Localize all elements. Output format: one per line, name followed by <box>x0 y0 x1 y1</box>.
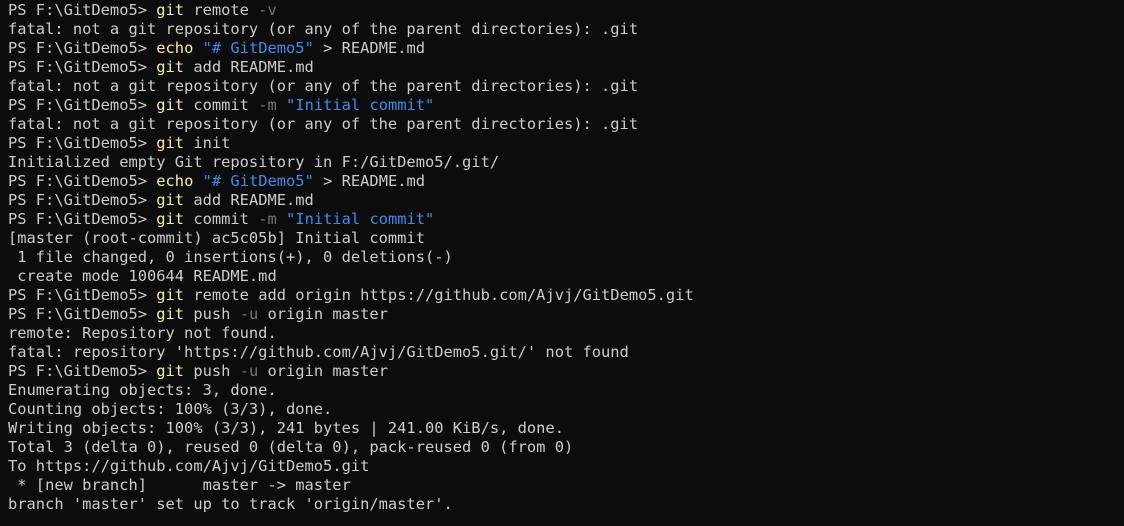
command-argument: commit <box>184 210 259 228</box>
command-flag: -m <box>258 210 277 228</box>
prompt: PS F:\GitDemo5> <box>8 134 157 152</box>
output-text: fatal: not a git repository (or any of t… <box>8 115 639 133</box>
command-line: PS F:\GitDemo5> git commit -m "Initial c… <box>8 96 1124 115</box>
prompt: PS F:\GitDemo5> <box>8 39 157 57</box>
terminal-output[interactable]: PS F:\GitDemo5> git remote -v fatal: not … <box>0 0 1124 526</box>
output-text: Enumerating objects: 3, done. <box>8 381 277 399</box>
command-line: PS F:\GitDemo5> echo "# GitDemo5" > READ… <box>8 172 1124 191</box>
output-line: Initialized empty Git repository in F:/G… <box>8 153 1124 172</box>
string-argument: "# GitDemo5" <box>202 172 314 190</box>
command-argument: add README.md <box>184 58 314 76</box>
command-name: git <box>156 305 185 323</box>
output-line: To https://github.com/Ajvj/GitDemo5.git <box>8 457 1124 476</box>
prompt: PS F:\GitDemo5> <box>8 286 157 304</box>
command-line: PS F:\GitDemo5> git commit -m "Initial c… <box>8 210 1124 229</box>
command-name: git <box>156 286 185 304</box>
command-name: git <box>156 58 185 76</box>
prompt: PS F:\GitDemo5> <box>8 96 157 114</box>
command-argument <box>193 172 202 190</box>
command-line: PS F:\GitDemo5> git remote add origin ht… <box>8 286 1124 305</box>
output-line: Counting objects: 100% (3/3), done. <box>8 400 1124 419</box>
output-line: create mode 100644 README.md <box>8 267 1124 286</box>
command-argument: commit <box>184 96 259 114</box>
command-line: PS F:\GitDemo5> git remote -v <box>8 1 1124 20</box>
command-argument: remote add origin https://github.com/Ajv… <box>184 286 694 304</box>
output-text: fatal: not a git repository (or any of t… <box>8 77 639 95</box>
command-name: echo <box>156 39 194 57</box>
command-name: git <box>156 362 185 380</box>
output-text: Counting objects: 100% (3/3), done. <box>8 400 333 418</box>
output-text: 1 file changed, 0 insertions(+), 0 delet… <box>8 248 453 266</box>
command-line: PS F:\GitDemo5> git add README.md <box>8 191 1124 210</box>
command-name: git <box>156 1 185 19</box>
output-line: branch 'master' set up to track 'origin/… <box>8 495 1124 514</box>
string-argument: "Initial commit" <box>286 210 435 228</box>
command-line: PS F:\GitDemo5> git init <box>8 134 1124 153</box>
prompt: PS F:\GitDemo5> <box>8 1 157 19</box>
command-name: git <box>156 134 185 152</box>
output-text: [master (root-commit) ac5c05b] Initial c… <box>8 229 425 247</box>
command-name: echo <box>156 172 194 190</box>
command-argument <box>277 96 286 114</box>
command-line: PS F:\GitDemo5> git push -u origin maste… <box>8 305 1124 324</box>
output-line: * [new branch] master -> master <box>8 476 1124 495</box>
output-line: fatal: not a git repository (or any of t… <box>8 20 1124 39</box>
output-text: To https://github.com/Ajvj/GitDemo5.git <box>8 457 370 475</box>
string-argument: "# GitDemo5" <box>202 39 314 57</box>
prompt: PS F:\GitDemo5> <box>8 362 157 380</box>
prompt: PS F:\GitDemo5> <box>8 210 157 228</box>
output-text: fatal: repository 'https://github.com/Aj… <box>8 343 629 361</box>
output-text: Writing objects: 100% (3/3), 241 bytes |… <box>8 419 564 437</box>
output-line: Enumerating objects: 3, done. <box>8 381 1124 400</box>
output-text: fatal: not a git repository (or any of t… <box>8 20 639 38</box>
output-line: Writing objects: 100% (3/3), 241 bytes |… <box>8 419 1124 438</box>
command-flag: -v <box>258 1 277 19</box>
command-argument: > README.md <box>313 172 426 190</box>
output-text: remote: Repository not found. <box>8 324 277 342</box>
output-line: 1 file changed, 0 insertions(+), 0 delet… <box>8 248 1124 267</box>
prompt: PS F:\GitDemo5> <box>8 191 157 209</box>
command-argument: origin master <box>258 362 388 380</box>
output-text: Total 3 (delta 0), reused 0 (delta 0), p… <box>8 438 574 456</box>
output-line: fatal: not a git repository (or any of t… <box>8 115 1124 134</box>
command-argument: origin master <box>258 305 388 323</box>
command-argument: > README.md <box>313 39 426 57</box>
string-argument: "Initial commit" <box>286 96 435 114</box>
output-text: create mode 100644 README.md <box>8 267 277 285</box>
command-argument: push <box>184 362 240 380</box>
output-line: remote: Repository not found. <box>8 324 1124 343</box>
command-argument: init <box>184 134 231 152</box>
command-argument <box>193 39 202 57</box>
command-argument <box>277 210 286 228</box>
command-line: PS F:\GitDemo5> git push -u origin maste… <box>8 362 1124 381</box>
output-text: Initialized empty Git repository in F:/G… <box>8 153 500 171</box>
output-line: [master (root-commit) ac5c05b] Initial c… <box>8 229 1124 248</box>
output-line: Total 3 (delta 0), reused 0 (delta 0), p… <box>8 438 1124 457</box>
command-name: git <box>156 210 185 228</box>
output-text: branch 'master' set up to track 'origin/… <box>8 495 453 513</box>
command-flag: -m <box>258 96 277 114</box>
command-argument: remote <box>184 1 259 19</box>
command-argument: add README.md <box>184 191 314 209</box>
command-name: git <box>156 96 185 114</box>
command-name: git <box>156 191 185 209</box>
command-flag: -u <box>239 305 259 323</box>
command-argument: push <box>184 305 240 323</box>
prompt: PS F:\GitDemo5> <box>8 58 157 76</box>
prompt: PS F:\GitDemo5> <box>8 172 157 190</box>
command-flag: -u <box>239 362 259 380</box>
output-text: * [new branch] master -> master <box>8 476 351 494</box>
command-line: PS F:\GitDemo5> git add README.md <box>8 58 1124 77</box>
command-line: PS F:\GitDemo5> echo "# GitDemo5" > READ… <box>8 39 1124 58</box>
output-line: fatal: not a git repository (or any of t… <box>8 77 1124 96</box>
prompt: PS F:\GitDemo5> <box>8 305 157 323</box>
output-line: fatal: repository 'https://github.com/Aj… <box>8 343 1124 362</box>
